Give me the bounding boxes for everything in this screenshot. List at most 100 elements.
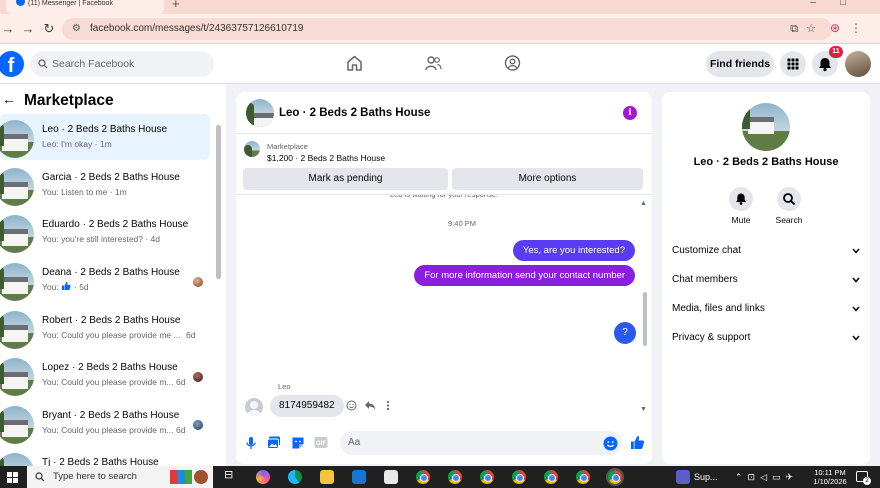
reply-icon[interactable] bbox=[364, 400, 376, 411]
react-emoji-icon[interactable] bbox=[346, 400, 357, 411]
mute-button[interactable] bbox=[729, 187, 753, 211]
facebook-header: f Search Facebook Find friends bbox=[0, 44, 880, 84]
chrome-icon[interactable] bbox=[480, 470, 494, 484]
conversation-name: Deana · 2 Beds 2 Baths House bbox=[42, 267, 180, 278]
listing-thumbnail[interactable] bbox=[244, 141, 260, 157]
browser-menu-icon[interactable]: ⊛⋮ bbox=[830, 21, 872, 35]
system-tray[interactable]: ⌃⊡◁▭✈ bbox=[735, 466, 798, 488]
task-view-icon[interactable]: ⊟ bbox=[224, 468, 233, 481]
sender-avatar[interactable] bbox=[245, 398, 263, 416]
friends-icon[interactable] bbox=[425, 55, 442, 71]
outgoing-message[interactable]: Yes, are you interested? bbox=[512, 240, 635, 261]
conversation-name: Tj · 2 Beds 2 Baths House bbox=[42, 457, 159, 466]
chrome-icon[interactable] bbox=[576, 470, 590, 484]
mark-as-pending-button[interactable]: Mark as pending bbox=[243, 168, 448, 190]
conversation-item[interactable]: Robert · 2 Beds 2 Baths House You: Could… bbox=[0, 305, 210, 351]
support-app-icon[interactable] bbox=[676, 470, 690, 484]
conversation-preview: You: Could you please provide m... bbox=[42, 377, 174, 387]
customize-chat-section[interactable]: Customize chat bbox=[672, 241, 862, 261]
football-icon[interactable] bbox=[194, 470, 208, 484]
windows-start-icon[interactable] bbox=[7, 472, 18, 483]
menu-button[interactable] bbox=[780, 51, 806, 77]
thumbs-up-icon bbox=[62, 282, 71, 290]
home-icon[interactable] bbox=[346, 55, 363, 71]
scroll-up-arrow-icon[interactable]: ▲ bbox=[640, 200, 647, 207]
outlook-icon[interactable] bbox=[352, 470, 366, 484]
conversation-item[interactable]: Tj · 2 Beds 2 Baths House bbox=[0, 447, 210, 466]
more-actions-icon[interactable] bbox=[385, 400, 391, 411]
outgoing-message[interactable]: ? bbox=[614, 322, 636, 344]
gif-icon[interactable]: GIF bbox=[314, 436, 328, 449]
facebook-logo[interactable]: f bbox=[0, 51, 24, 77]
conversation-item[interactable]: Deana · 2 Beds 2 Baths House You: · 5d bbox=[0, 257, 210, 303]
conversation-time: 6d bbox=[186, 330, 196, 340]
listing-banner: Marketplace $1,200 · 2 Beds 2 Baths Hous… bbox=[236, 135, 652, 195]
chat-members-section[interactable]: Chat members bbox=[672, 270, 862, 290]
photo-icon[interactable] bbox=[267, 436, 281, 449]
conversation-item[interactable]: Leo · 2 Beds 2 Baths House Leo: I'm okay… bbox=[0, 114, 210, 160]
conversation-name: Robert · 2 Beds 2 Baths House bbox=[42, 315, 181, 326]
conversation-item[interactable]: Bryant · 2 Beds 2 Baths House You: Could… bbox=[0, 400, 210, 446]
privacy-support-section[interactable]: Privacy & support bbox=[672, 328, 862, 348]
chat-avatar[interactable] bbox=[246, 99, 274, 127]
sidebar-scrollbar[interactable] bbox=[216, 125, 221, 279]
incoming-message[interactable]: 8174959482 bbox=[270, 395, 344, 417]
emoji-icon[interactable] bbox=[603, 436, 618, 451]
url-field[interactable]: ⚙ facebook.com/messages/t/24363757126610… bbox=[62, 18, 832, 40]
chrome-icon[interactable] bbox=[512, 470, 526, 484]
conversation-time: 6d bbox=[176, 377, 186, 387]
taskbar-search-input[interactable]: Type here to search bbox=[27, 466, 213, 488]
search-icon bbox=[38, 59, 48, 69]
sticker-icon[interactable] bbox=[291, 436, 305, 450]
store-icon[interactable] bbox=[384, 470, 398, 484]
new-tab-button[interactable]: + bbox=[172, 0, 180, 11]
bookmark-star-icon[interactable]: ⧉☆ bbox=[790, 18, 824, 40]
listing-label: Marketplace bbox=[267, 142, 308, 151]
file-explorer-icon[interactable] bbox=[320, 470, 334, 484]
conversation-name: Garcia · 2 Beds 2 Baths House bbox=[42, 172, 180, 183]
chat-title[interactable]: Leo · 2 Beds 2 Baths House bbox=[279, 107, 430, 119]
clock-date: 1/10/2026 bbox=[813, 477, 847, 486]
search-in-chat-button[interactable] bbox=[777, 187, 801, 211]
like-thumbs-up-icon[interactable] bbox=[630, 435, 645, 450]
info-icon[interactable]: i bbox=[623, 106, 637, 120]
chrome-icon[interactable] bbox=[416, 470, 430, 484]
news-widget-icon[interactable] bbox=[170, 470, 192, 484]
microphone-icon[interactable] bbox=[246, 436, 256, 450]
reload-icon[interactable]: ↻ bbox=[41, 21, 57, 37]
back-arrow-icon[interactable]: → bbox=[0, 21, 16, 36]
chat-scrollbar[interactable] bbox=[643, 292, 647, 346]
conversation-item[interactable]: Lopez · 2 Beds 2 Baths House You: Could … bbox=[0, 352, 210, 398]
conversation-item[interactable]: Eduardo · 2 Beds 2 Baths House You: you'… bbox=[0, 209, 210, 255]
conversation-name[interactable]: Leo · 2 Beds 2 Baths House bbox=[662, 156, 870, 168]
copilot-icon[interactable] bbox=[256, 470, 270, 484]
chrome-icon[interactable] bbox=[606, 468, 624, 486]
media-files-links-section[interactable]: Media, files and links bbox=[672, 299, 862, 319]
search-input[interactable]: Search Facebook bbox=[30, 51, 214, 77]
find-friends-button[interactable]: Find friends bbox=[706, 51, 774, 77]
outgoing-message[interactable]: For more information send your contact n… bbox=[414, 265, 635, 286]
back-arrow-icon[interactable]: ← bbox=[2, 91, 16, 107]
conversation-avatar[interactable] bbox=[742, 103, 790, 151]
chrome-icon[interactable] bbox=[544, 470, 558, 484]
groups-icon[interactable] bbox=[504, 55, 521, 71]
chat-panel: Leo · 2 Beds 2 Baths House i Marketplace… bbox=[236, 92, 652, 464]
edge-icon[interactable] bbox=[288, 470, 302, 484]
taskbar-clock[interactable]: 10:11 PM 1/10/2026 bbox=[812, 468, 848, 486]
more-options-button[interactable]: More options bbox=[452, 168, 643, 190]
support-app-label[interactable]: Sup... bbox=[694, 466, 718, 488]
notification-center-icon[interactable]: 2 bbox=[856, 471, 871, 485]
message-input[interactable]: Aa bbox=[340, 431, 622, 455]
search-placeholder: Search Facebook bbox=[52, 58, 135, 70]
account-avatar[interactable] bbox=[845, 51, 871, 77]
address-bar-row: → → ↻ ⚙ facebook.com/messages/t/24363757… bbox=[0, 14, 880, 44]
site-settings-icon[interactable]: ⚙ bbox=[72, 18, 81, 40]
conversation-item[interactable]: Garcia · 2 Beds 2 Baths House You: Liste… bbox=[0, 162, 210, 208]
window-controls[interactable]: –□ bbox=[810, 0, 870, 8]
forward-arrow-icon[interactable]: → bbox=[20, 21, 36, 36]
listing-thumbnail bbox=[0, 168, 34, 206]
browser-tab[interactable]: (11) Messenger | Facebook bbox=[6, 0, 164, 14]
chrome-icon[interactable] bbox=[448, 470, 462, 484]
listing-price[interactable]: $1,200 · 2 Beds 2 Baths House bbox=[267, 153, 385, 163]
scroll-down-arrow-icon[interactable]: ▼ bbox=[640, 406, 647, 413]
